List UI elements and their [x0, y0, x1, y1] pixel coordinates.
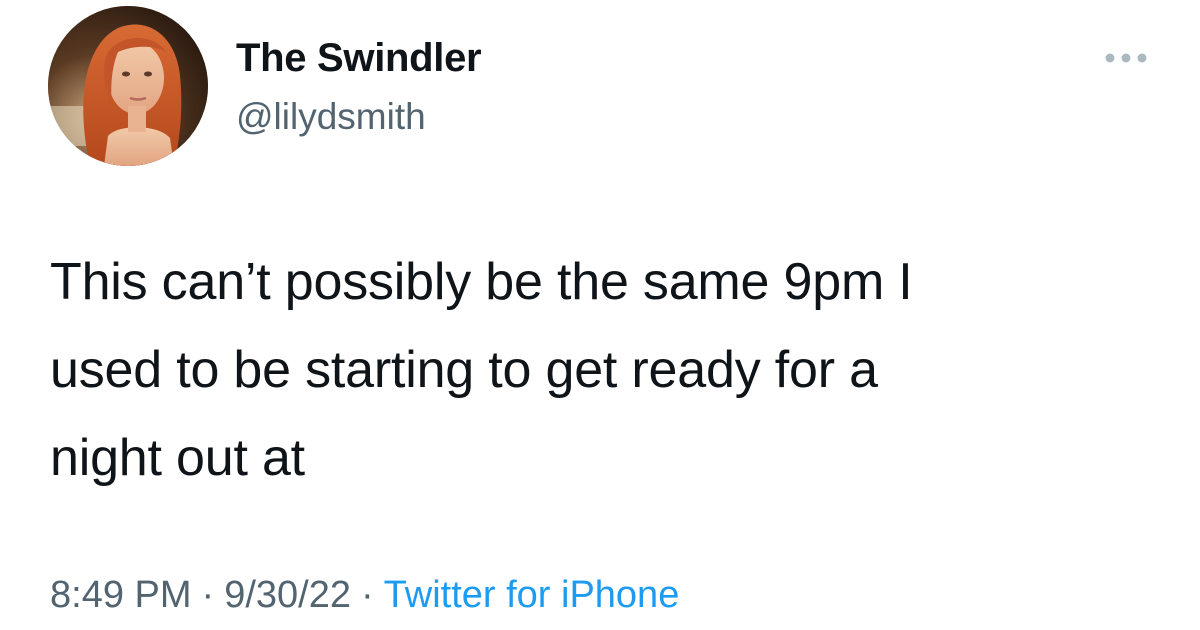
tweet-date[interactable]: 9/30/22 — [224, 574, 351, 616]
meta-separator: · — [360, 574, 374, 616]
tweet-card: The Swindler @lilydsmith This can’t poss… — [0, 0, 1200, 630]
tweet-text: This can’t possibly be the same 9pm I us… — [50, 238, 1160, 502]
tweet-source-link[interactable]: Twitter for iPhone — [384, 574, 680, 616]
more-options-button[interactable] — [1098, 40, 1154, 76]
tweet-text-line: This can’t possibly be the same 9pm I — [50, 253, 913, 311]
ellipsis-icon — [1105, 53, 1147, 63]
avatar-photo — [48, 6, 208, 166]
meta-separator: · — [201, 574, 215, 616]
author-handle[interactable]: @lilydsmith — [236, 96, 426, 138]
tweet-text-line: used to be starting to get ready for a — [50, 341, 878, 399]
author-display-name[interactable]: The Swindler — [236, 36, 482, 81]
tweet-time[interactable]: 8:49 PM — [50, 574, 192, 616]
tweet-metadata: 8:49 PM · 9/30/22 · Twitter for iPhone — [50, 574, 679, 617]
tweet-text-line: night out at — [50, 429, 305, 487]
avatar[interactable] — [48, 6, 208, 166]
